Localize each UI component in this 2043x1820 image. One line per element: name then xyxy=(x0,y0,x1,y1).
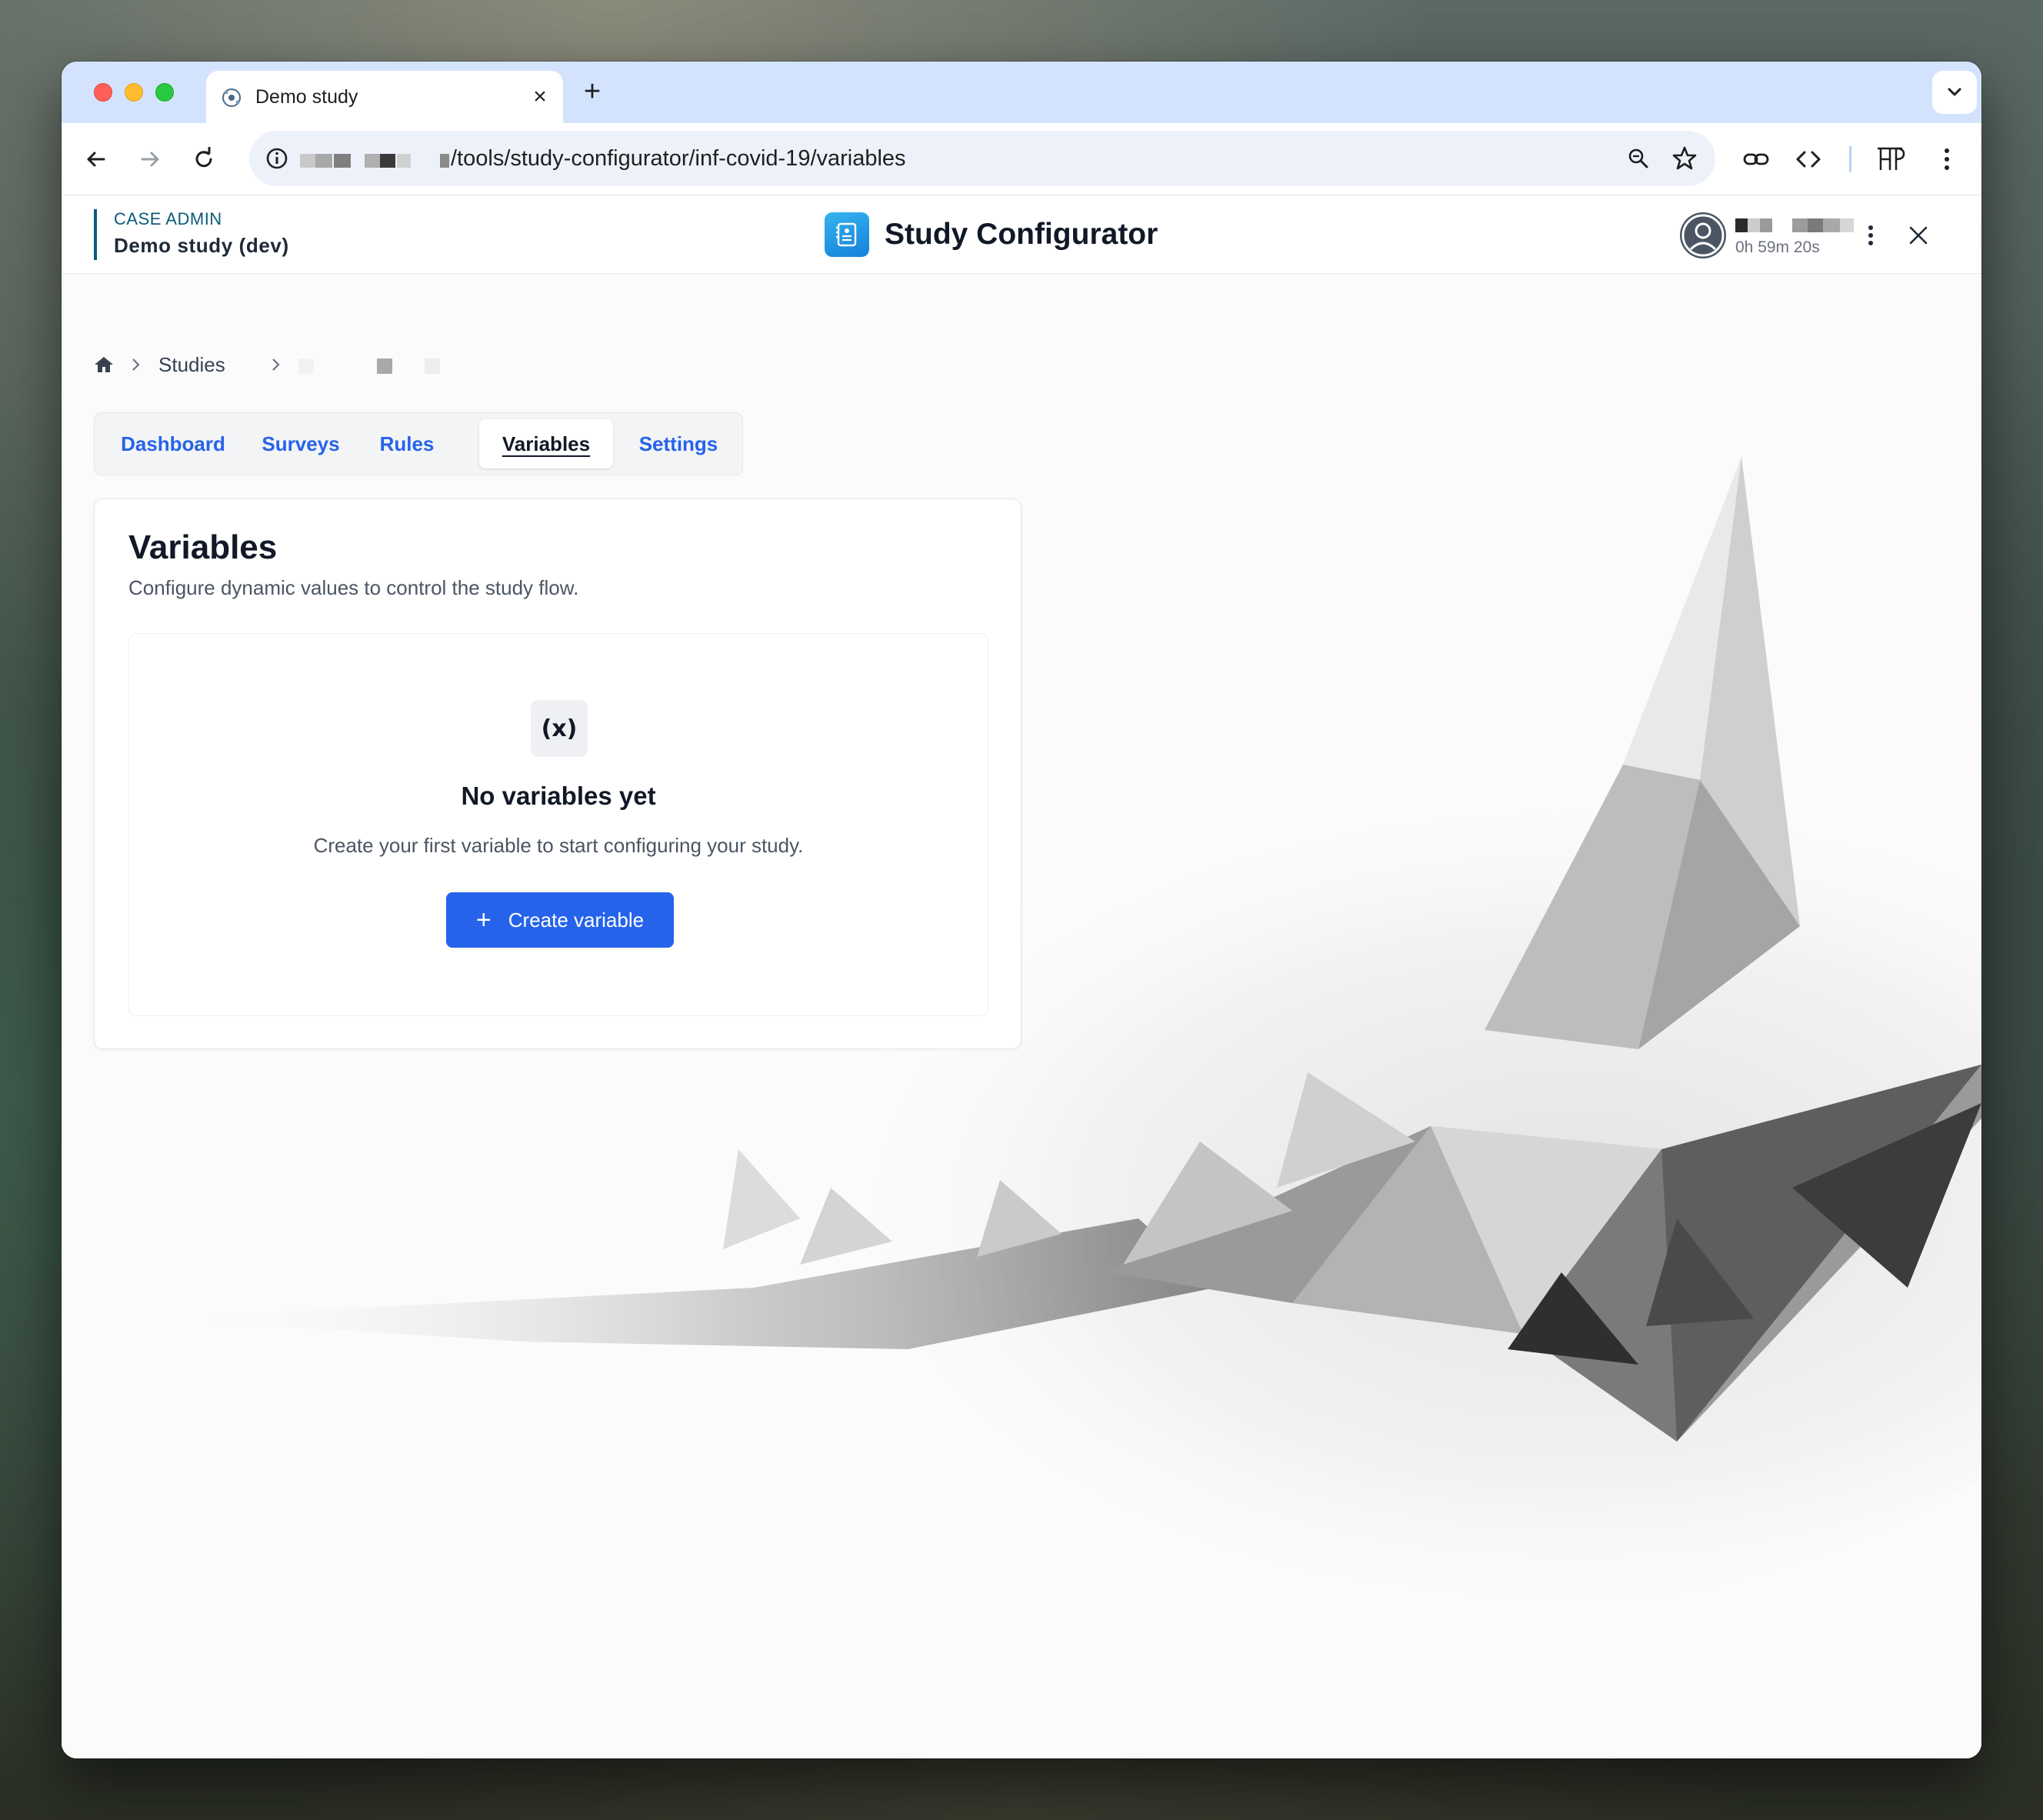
tab-surveys[interactable]: Surveys xyxy=(247,419,355,468)
link-extension-button[interactable] xyxy=(1735,138,1777,180)
breadcrumb-studies[interactable]: Studies xyxy=(158,349,225,380)
browser-toolbar: /tools/study-configurator/inf-covid-19/v… xyxy=(62,123,1981,195)
tab-search-button[interactable] xyxy=(1932,71,1977,114)
redacted-host xyxy=(365,154,380,168)
redacted-username xyxy=(1735,218,1748,232)
tab-settings[interactable]: Settings xyxy=(622,419,735,468)
zoom-icon[interactable] xyxy=(1623,143,1654,174)
browser-window: Demo study × + /tools/study-configurator… xyxy=(62,62,1981,1758)
user-menu-button[interactable] xyxy=(1858,218,1883,252)
profile-extension-button[interactable] xyxy=(1871,138,1912,180)
app-header: CASE ADMIN Demo study (dev) Study Config… xyxy=(62,195,1981,274)
header-accent-bar xyxy=(94,209,97,260)
variables-card: Variables Configure dynamic values to co… xyxy=(94,498,1022,1049)
project-name: Demo study (dev) xyxy=(114,234,289,257)
kebab-menu-icon xyxy=(1868,225,1873,245)
close-window-button[interactable] xyxy=(94,83,112,102)
redacted-host xyxy=(397,154,411,168)
redacted-breadcrumb xyxy=(425,358,440,374)
forward-button[interactable] xyxy=(129,138,171,180)
close-icon xyxy=(1909,226,1928,245)
tab-rules[interactable]: Rules xyxy=(361,419,453,468)
redacted-host xyxy=(440,154,449,168)
site-info-icon[interactable] xyxy=(262,143,292,174)
url-text: /tools/study-configurator/inf-covid-19/v… xyxy=(451,146,906,171)
reload-icon xyxy=(195,147,212,168)
chevron-right-icon xyxy=(128,349,143,380)
hp-logo-icon xyxy=(1878,147,1905,170)
chevron-down-icon xyxy=(1948,88,1961,96)
reload-button[interactable] xyxy=(183,138,225,180)
breadcrumb-home[interactable] xyxy=(94,349,117,380)
study-configurator-logo-icon xyxy=(825,212,869,257)
home-icon xyxy=(95,357,113,372)
plus-icon: + xyxy=(475,905,492,935)
address-bar[interactable]: /tools/study-configurator/inf-covid-19/v… xyxy=(249,131,1715,186)
tab-variables[interactable]: Variables xyxy=(479,419,613,468)
favicon-icon xyxy=(222,88,241,107)
function-variable-icon: (x) xyxy=(531,700,588,757)
page-title: Variables xyxy=(128,528,278,566)
app-title: Study Configurator xyxy=(885,218,1158,251)
redacted-host xyxy=(315,154,332,168)
redacted-username xyxy=(1840,218,1854,232)
kebab-menu-icon xyxy=(1945,148,1949,170)
bookmark-star-icon[interactable] xyxy=(1669,143,1700,174)
tab-title: Demo study xyxy=(255,86,358,108)
redacted-host xyxy=(334,154,351,168)
page-description: Configure dynamic values to control the … xyxy=(128,576,579,599)
redacted-username xyxy=(1748,218,1760,232)
redacted-username xyxy=(1808,218,1823,232)
toolbar-divider xyxy=(1849,146,1851,172)
page-content: CASE ADMIN Demo study (dev) Study Config… xyxy=(62,195,1981,1758)
create-variable-button[interactable]: + Create variable xyxy=(446,892,674,948)
empty-state-description: Create your first variable to start conf… xyxy=(313,834,804,857)
redacted-breadcrumb xyxy=(298,358,314,374)
redacted-username xyxy=(1760,218,1772,232)
arrow-left-icon xyxy=(87,152,105,167)
browser-menu-button[interactable] xyxy=(1926,138,1968,180)
user-avatar-icon[interactable] xyxy=(1680,212,1726,258)
minimize-window-button[interactable] xyxy=(125,83,143,102)
redacted-host xyxy=(300,154,315,168)
redacted-host xyxy=(380,154,395,168)
new-tab-button[interactable]: + xyxy=(577,77,608,108)
link-icon xyxy=(1743,153,1769,165)
empty-state: (x) No variables yet Create your first v… xyxy=(128,633,988,1016)
browser-tab[interactable]: Demo study × xyxy=(206,71,563,123)
code-icon xyxy=(1796,151,1821,168)
code-extension-button[interactable] xyxy=(1788,138,1829,180)
section-tabs: Dashboard Surveys Rules Variables Settin… xyxy=(94,412,743,475)
chevron-right-icon xyxy=(268,349,283,380)
maximize-window-button[interactable] xyxy=(155,83,174,102)
close-app-button[interactable] xyxy=(1901,218,1935,252)
session-timer: 0h 59m 20s xyxy=(1735,238,1820,256)
redacted-username xyxy=(1823,218,1840,232)
empty-state-title: No variables yet xyxy=(461,782,656,810)
app-kicker: CASE ADMIN xyxy=(114,209,222,228)
create-variable-label: Create variable xyxy=(508,908,645,932)
tab-dashboard[interactable]: Dashboard xyxy=(105,419,241,468)
redacted-username xyxy=(1792,218,1808,232)
back-button[interactable] xyxy=(75,138,117,180)
tab-strip: Demo study × + xyxy=(62,62,1981,123)
arrow-right-icon xyxy=(141,152,159,167)
tab-close-icon[interactable]: × xyxy=(526,83,554,111)
redacted-breadcrumb xyxy=(377,358,392,374)
